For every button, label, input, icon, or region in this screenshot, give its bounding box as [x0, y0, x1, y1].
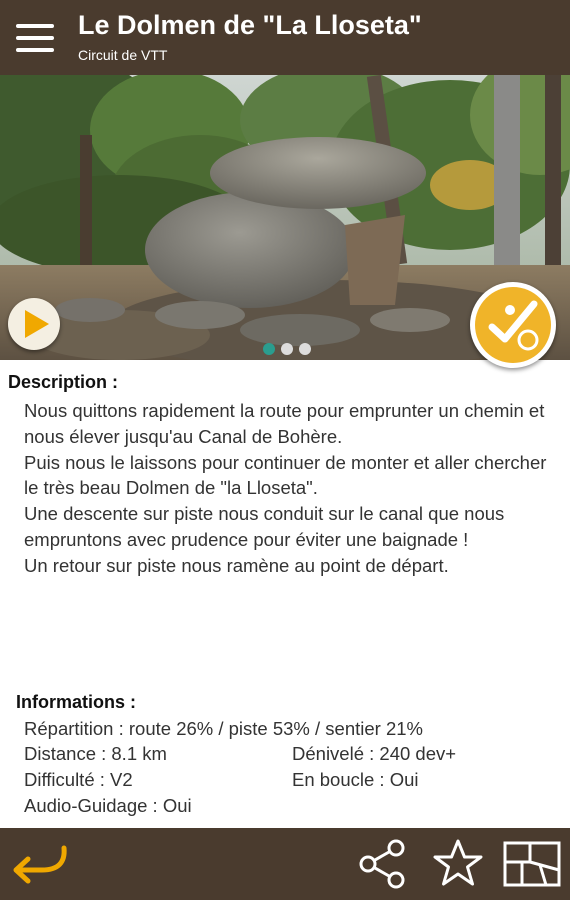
- hamburger-menu-icon[interactable]: [14, 20, 56, 56]
- pager-dot-active[interactable]: [263, 343, 275, 355]
- description-paragraph: Puis nous le laissons pour continuer de …: [24, 451, 547, 499]
- favorite-button[interactable]: [430, 836, 486, 892]
- page-title: Le Dolmen de "La Lloseta": [78, 10, 422, 40]
- distance-info: Distance : 8.1 km: [24, 743, 167, 764]
- map-icon: [503, 841, 561, 887]
- description-label: Description :: [8, 372, 119, 392]
- description-paragraph: Une descente sur piste nous conduit sur …: [24, 503, 505, 550]
- top-app-bar: Le Dolmen de "La Lloseta" Circuit de VTT: [0, 0, 570, 75]
- description-paragraph: Nous quittons rapidement la route pour e…: [24, 400, 545, 447]
- photo-pager-dots: [263, 342, 317, 360]
- page-subtitle: Circuit de VTT: [78, 47, 168, 63]
- bottom-action-bar: [0, 828, 570, 900]
- back-button[interactable]: [8, 840, 72, 886]
- pager-dot[interactable]: [281, 343, 293, 355]
- description-text: Nous quittons rapidement la route pour e…: [24, 398, 558, 579]
- audio-guidage-info: Audio-Guidage : Oui: [24, 795, 192, 816]
- share-icon: [359, 839, 405, 889]
- back-arrow-icon: [13, 845, 67, 884]
- pager-dot[interactable]: [299, 343, 311, 355]
- play-icon: [25, 310, 49, 338]
- star-icon: [433, 839, 483, 886]
- informations-label: Informations :: [16, 692, 136, 712]
- map-button[interactable]: [502, 840, 562, 888]
- description-paragraph: Un retour sur piste nous ramène au point…: [24, 554, 449, 576]
- en-boucle-info: En boucle : Oui: [292, 769, 419, 790]
- denivele-info: Dénivelé : 240 dev+: [292, 743, 457, 764]
- mark-visited-button[interactable]: [470, 282, 556, 368]
- repartition-info: Répartition : route 26% / piste 53% / se…: [24, 718, 423, 739]
- play-audio-button[interactable]: [8, 298, 60, 350]
- share-button[interactable]: [354, 836, 410, 892]
- checkmark-badge-icon: [475, 287, 551, 363]
- difficulte-info: Difficulté : V2: [24, 769, 133, 790]
